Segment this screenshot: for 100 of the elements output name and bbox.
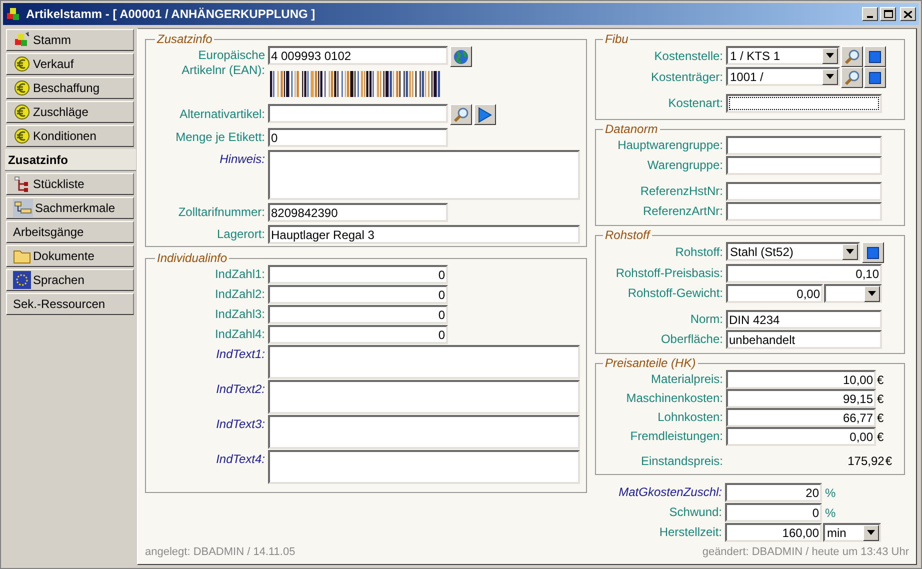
input-field[interactable]: 0 (268, 305, 448, 324)
input-field[interactable] (726, 202, 882, 221)
caret-icon (826, 53, 834, 58)
cubes-icon (13, 31, 31, 49)
field-label: Schwund: (668, 505, 723, 520)
field-label: Oberfläche: (660, 332, 724, 347)
dropdown-value: min (827, 526, 846, 538)
app-icon (6, 6, 22, 22)
sidebar-item[interactable]: Beschaffung (6, 77, 134, 99)
group-title: Fibu (604, 32, 630, 46)
field-label: Hinweis: (218, 151, 266, 167)
dropdown-button[interactable] (822, 68, 838, 84)
dropdown-button[interactable] (863, 524, 879, 540)
field-label: Alternativartikel: (178, 107, 266, 122)
input-field[interactable]: 20 (725, 483, 822, 502)
input-field[interactable] (726, 136, 882, 155)
dropdown-field[interactable]: 1001 / (726, 67, 840, 86)
input-field[interactable]: 0 (725, 503, 822, 522)
sidebar-item[interactable]: Stamm (6, 29, 134, 51)
sidebar-item[interactable]: Verkauf (6, 53, 134, 75)
group-title: Datanorm (604, 122, 659, 136)
input-field[interactable]: 160,00 (725, 523, 822, 542)
input-field[interactable] (726, 182, 882, 201)
field-label: Kostenträger: (650, 70, 724, 85)
field-label: Fremdleistungen: (629, 429, 724, 444)
square-icon (869, 50, 881, 62)
select-button[interactable] (864, 46, 886, 67)
input-field[interactable]: 0,00 (726, 284, 823, 303)
sidebar-item[interactable]: Arbeitsgänge (6, 221, 134, 243)
select-button[interactable] (864, 67, 886, 88)
field-label: Rohstoff: (674, 245, 724, 260)
dropdown-button[interactable] (822, 48, 838, 64)
coin-icon (13, 55, 31, 73)
input-field[interactable]: 0 (268, 128, 448, 147)
dropdown-value: 1 / KTS 1 (730, 50, 780, 62)
caret-icon (868, 291, 876, 296)
sidebar-item[interactable]: Zusatzinfo (5, 149, 136, 171)
text-area[interactable] (268, 380, 580, 414)
dropdown-field[interactable]: min (823, 523, 881, 542)
minimize-button[interactable] (862, 7, 878, 21)
input-field[interactable] (726, 94, 882, 113)
text-area[interactable] (268, 415, 580, 449)
text-area[interactable] (268, 150, 580, 200)
dropdown-field[interactable] (824, 284, 882, 303)
maximize-button[interactable] (880, 7, 896, 21)
search-button[interactable] (450, 104, 472, 125)
input-field[interactable]: 8209842390 (268, 203, 448, 222)
currency-label: € (876, 428, 884, 446)
field-label: Warengruppe: (646, 158, 724, 173)
input-field[interactable]: 0 (268, 285, 448, 304)
field-label: IndText4: (215, 451, 266, 467)
input-field[interactable]: 66,77 (726, 408, 876, 427)
sidebar-item[interactable]: Stückliste (6, 173, 134, 195)
group-title: Preisanteile (HK) (604, 356, 697, 370)
text-area[interactable] (268, 450, 580, 484)
sidebar-item[interactable]: Sachmerkmale (6, 197, 134, 219)
input-field[interactable]: 0 (268, 325, 448, 344)
go-button[interactable] (474, 104, 496, 125)
input-field[interactable] (726, 156, 882, 175)
search-button[interactable] (841, 67, 863, 88)
dropdown-button[interactable] (864, 286, 880, 302)
input-field[interactable]: DIN 4234 (726, 310, 882, 329)
maximize-icon (884, 10, 892, 18)
field-label: Lagerort: (216, 227, 266, 242)
field-label: Menge je Etikett: (174, 130, 266, 145)
input-field[interactable]: 4 009993 0102 (268, 46, 448, 65)
dropdown-button[interactable] (842, 244, 858, 260)
input-field[interactable] (268, 104, 448, 123)
unit-label: % (824, 504, 836, 522)
input-field[interactable]: 0 (268, 265, 448, 284)
input-field[interactable]: unbehandelt (726, 330, 882, 349)
sidebar-item[interactable]: Dokumente (6, 245, 134, 267)
dropdown-field[interactable]: Stahl (St52) (726, 242, 860, 261)
sidebar-item[interactable]: Konditionen (6, 125, 134, 147)
input-field[interactable]: 10,00 (726, 370, 876, 389)
close-button[interactable] (900, 7, 916, 21)
dropdown-field[interactable]: 1 / KTS 1 (726, 46, 840, 65)
sidebar-item[interactable]: Zuschläge (6, 101, 134, 123)
field-label: Zolltarifnummer: (177, 205, 266, 220)
field-label: IndZahl2: (214, 287, 266, 302)
field-label: Lohnkosten: (656, 410, 724, 425)
input-field[interactable]: 0,00 (726, 427, 876, 446)
text-area[interactable] (268, 345, 580, 379)
search-button[interactable] (841, 46, 863, 67)
field-label: IndZahl1: (214, 267, 266, 282)
select-button[interactable] (862, 242, 884, 263)
sidebar-item[interactable]: Sek.-Ressourcen (6, 293, 134, 315)
minimize-icon (867, 16, 873, 18)
input-field[interactable]: 99,15 (726, 389, 876, 408)
coin-icon (13, 79, 31, 97)
globe-icon (453, 48, 469, 64)
input-field[interactable]: Hauptlager Regal 3 (268, 225, 580, 244)
input-field[interactable]: 0,10 (726, 264, 882, 283)
field-label: Hauptwarengruppe: (616, 138, 724, 153)
sidebar-item[interactable]: Sprachen (6, 269, 134, 291)
web-button[interactable] (450, 46, 472, 67)
caret-icon (826, 74, 834, 79)
field-label: Rohstoff-Gewicht: (626, 286, 724, 301)
coin-icon (13, 103, 31, 121)
currency-label: € (876, 390, 884, 408)
